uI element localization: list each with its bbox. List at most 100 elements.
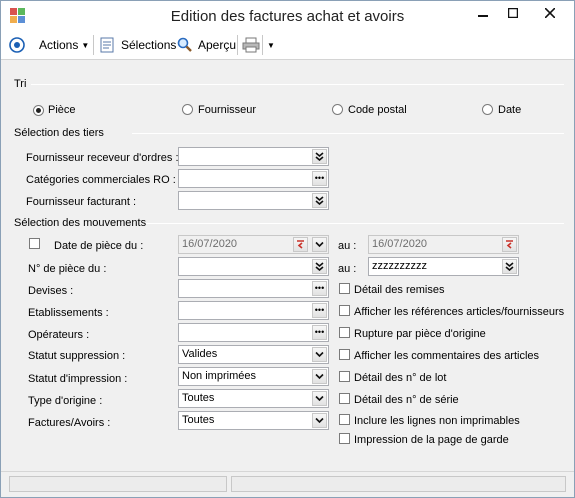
type-origine-label: Type d'origine : [28, 395, 103, 407]
factures-avoirs-label: Factures/Avoirs : [28, 417, 111, 429]
fournisseur-facturant-field[interactable] [178, 191, 329, 210]
main-window: Edition des factures achat et avoirs Act… [0, 0, 575, 498]
checkbox-lignes-non-imprimables[interactable] [339, 414, 350, 425]
divider [31, 84, 564, 85]
document-icon [100, 37, 114, 53]
piece-to-field[interactable]: zzzzzzzzzz [368, 257, 519, 276]
fournisseur-receveur-field[interactable] [178, 147, 329, 166]
statut-suppression-value: Valides [182, 348, 218, 360]
selections-button[interactable]: Sélections [100, 37, 176, 53]
double-chevron-down-icon[interactable] [312, 193, 327, 208]
ellipsis-icon[interactable]: ••• [312, 303, 327, 318]
double-chevron-down-icon[interactable] [502, 259, 517, 274]
piece-label: N° de pièce du : [28, 263, 107, 275]
checkbox-page-garde-label: Impression de la page de garde [354, 434, 509, 446]
section-tri-title: Tri [14, 78, 27, 90]
radio-tri-fournisseur[interactable] [182, 104, 193, 115]
chevron-down-icon: ▼ [267, 40, 275, 50]
factures-avoirs-select[interactable]: Toutes [178, 411, 329, 430]
checkbox-commentaires-articles[interactable] [339, 349, 350, 360]
type-origine-value: Toutes [182, 392, 215, 404]
calendar-icon[interactable] [293, 237, 308, 252]
actions-label: Actions [39, 38, 79, 52]
divider [146, 223, 564, 224]
piece-to-value: zzzzzzzzzz [372, 260, 427, 272]
selections-label: Sélections [121, 38, 177, 52]
checkbox-rupture-piece-label: Rupture par pièce d'origine [354, 328, 486, 340]
date-piece-label: Date de pièce du : [54, 240, 144, 252]
checkbox-detail-serie-label: Détail des n° de série [354, 394, 459, 406]
categories-commerciales-field[interactable]: ••• [178, 169, 329, 188]
divider [132, 133, 564, 134]
print-dropdown-button[interactable]: ▼ [267, 37, 275, 53]
radio-tri-code-postal[interactable] [332, 104, 343, 115]
checkbox-detail-remises[interactable] [339, 283, 350, 294]
maximize-button[interactable] [497, 2, 529, 23]
checkbox-page-garde[interactable] [339, 433, 350, 444]
checkbox-references-articles-label: Afficher les références articles/fournis… [354, 306, 565, 318]
double-chevron-down-icon[interactable] [312, 149, 327, 164]
calendar-icon[interactable] [502, 237, 517, 252]
devises-field[interactable]: ••• [178, 279, 329, 298]
print-button[interactable] [242, 37, 260, 53]
piece-from-field[interactable] [178, 257, 329, 276]
date-piece-checkbox[interactable] [29, 238, 40, 249]
ellipsis-icon[interactable]: ••• [312, 171, 327, 186]
date-from-field[interactable]: 16/07/2020 [178, 235, 329, 254]
apercu-label: Aperçu [198, 38, 237, 52]
radio-tri-piece[interactable] [33, 105, 44, 116]
checkbox-detail-serie[interactable] [339, 393, 350, 404]
operateurs-label: Opérateurs : [28, 329, 90, 341]
fournisseur-facturant-label: Fournisseur facturant : [26, 196, 137, 208]
fournisseur-receveur-label: Fournisseur receveur d'ordres : [26, 152, 179, 164]
toolbar: Actions ▼ Sélections Aperçu ▼ [1, 31, 574, 60]
statut-suppression-select[interactable]: Valides [178, 345, 329, 364]
date-from-value: 16/07/2020 [182, 238, 238, 250]
statut-impression-label: Statut d'impression : [28, 373, 128, 385]
radio-tri-fournisseur-label: Fournisseur [198, 104, 257, 116]
factures-avoirs-value: Toutes [182, 414, 215, 426]
actions-menu[interactable]: Actions ▼ [9, 37, 89, 53]
chevron-down-icon[interactable] [312, 391, 327, 406]
title-bar: Edition des factures achat et avoirs [1, 1, 574, 31]
ellipsis-icon[interactable]: ••• [312, 325, 327, 340]
chevron-down-icon[interactable] [312, 369, 327, 384]
radio-tri-date[interactable] [482, 104, 493, 115]
checkbox-detail-lot-label: Détail des n° de lot [354, 372, 447, 384]
maximize-icon [508, 7, 518, 18]
chevron-down-icon: ▼ [81, 40, 90, 50]
double-chevron-down-icon[interactable] [312, 259, 327, 274]
type-origine-select[interactable]: Toutes [178, 389, 329, 408]
checkbox-lignes-non-imprimables-label: Inclure les lignes non imprimables [354, 415, 520, 427]
chevron-down-icon[interactable] [312, 347, 327, 362]
ellipsis-icon[interactable]: ••• [312, 281, 327, 296]
target-icon [9, 37, 25, 53]
status-panel [9, 476, 227, 492]
printer-icon [242, 37, 260, 53]
chevron-down-icon[interactable] [312, 413, 327, 428]
checkbox-rupture-piece[interactable] [339, 327, 350, 338]
minimize-icon [478, 14, 488, 17]
checkbox-detail-remises-label: Détail des remises [354, 284, 445, 296]
toolbar-separator [93, 35, 94, 55]
form-content: Tri Pièce Fournisseur Code postal Date S… [1, 61, 574, 471]
etablissements-field[interactable]: ••• [178, 301, 329, 320]
date-to-value: 16/07/2020 [372, 238, 428, 250]
chevron-down-icon[interactable] [312, 237, 327, 252]
statut-impression-select[interactable]: Non imprimées [178, 367, 329, 386]
radio-tri-code-postal-label: Code postal [348, 104, 407, 116]
status-panel [231, 476, 566, 492]
checkbox-detail-lot[interactable] [339, 371, 350, 382]
minimize-button[interactable] [467, 2, 499, 23]
section-tiers-title: Sélection des tiers [14, 127, 104, 139]
apercu-button[interactable]: Aperçu [177, 37, 236, 53]
statut-suppression-label: Statut suppression : [28, 350, 126, 362]
section-mouvements-title: Sélection des mouvements [14, 217, 147, 229]
radio-tri-date-label: Date [498, 104, 522, 116]
date-to-field[interactable]: 16/07/2020 [368, 235, 519, 254]
magnifier-icon [177, 37, 192, 52]
close-button[interactable] [528, 2, 572, 23]
close-icon [545, 7, 555, 18]
checkbox-references-articles[interactable] [339, 305, 350, 316]
operateurs-field[interactable]: ••• [178, 323, 329, 342]
